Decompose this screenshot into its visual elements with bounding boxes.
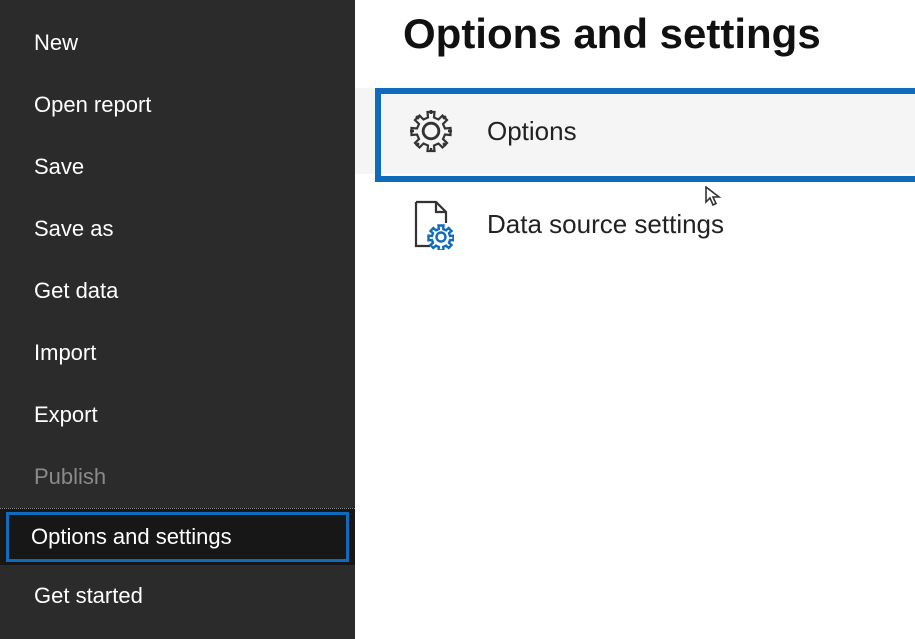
menu-item-label: Open report	[34, 92, 151, 117]
menu-item-new[interactable]: New	[0, 12, 355, 74]
menu-item-get-started[interactable]: Get started	[0, 565, 355, 627]
menu-item-label: Get data	[34, 278, 118, 303]
menu-item-options-and-settings[interactable]: Options and settings	[0, 508, 355, 565]
menu-item-label: New	[34, 30, 78, 55]
menu-item-open-report[interactable]: Open report	[0, 74, 355, 136]
menu-item-label: Options and settings	[31, 524, 232, 549]
menu-item-save[interactable]: Save	[0, 136, 355, 198]
page-title: Options and settings	[355, 10, 915, 86]
menu-item-label: Save	[34, 154, 84, 179]
menu-item-label: Get started	[34, 583, 143, 608]
menu-item-export[interactable]: Export	[0, 384, 355, 446]
main-item-label: Data source settings	[487, 209, 724, 240]
menu-item-label: Export	[34, 402, 98, 427]
main-panel: Options and settings Options	[355, 0, 915, 639]
options-item-options[interactable]: Options	[355, 86, 915, 176]
cursor-icon	[704, 186, 722, 206]
options-list: Options Data source settings	[355, 86, 915, 272]
main-item-label: Options	[487, 116, 577, 147]
menu-item-get-data[interactable]: Get data	[0, 260, 355, 322]
options-item-data-source-settings[interactable]: Data source settings	[355, 176, 915, 272]
menu-item-import[interactable]: Import	[0, 322, 355, 384]
menu-item-label: Publish	[34, 464, 106, 489]
menu-item-label: Save as	[34, 216, 114, 241]
gear-icon	[405, 108, 457, 154]
file-menu-sidebar: New Open report Save Save as Get data Im…	[0, 0, 355, 639]
data-source-icon	[405, 198, 457, 250]
menu-item-publish: Publish	[0, 446, 355, 508]
menu-item-label: Import	[34, 340, 96, 365]
menu-item-save-as[interactable]: Save as	[0, 198, 355, 260]
